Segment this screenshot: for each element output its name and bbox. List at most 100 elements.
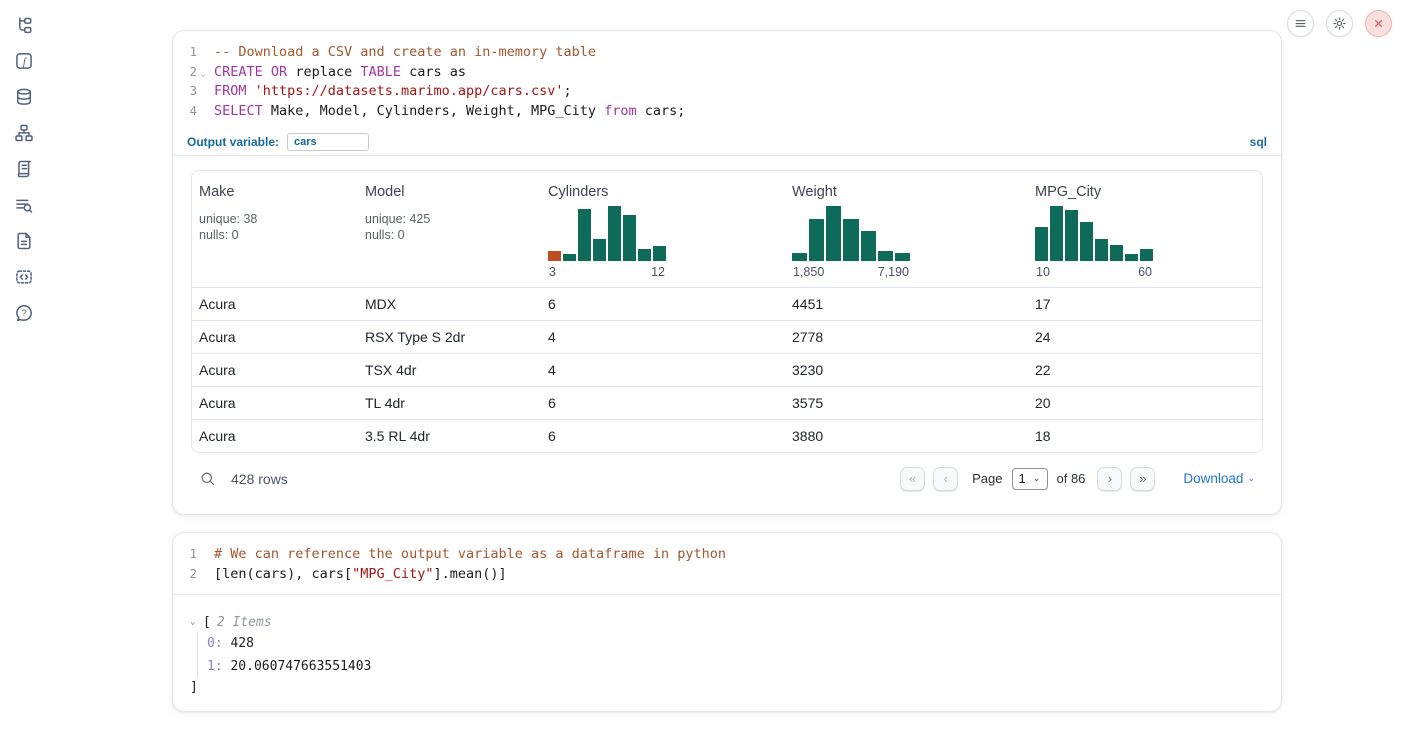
logs-icon[interactable] [14, 195, 34, 215]
table-cell: TL 4dr [358, 395, 541, 411]
column-label: MPG_City [1035, 184, 1262, 200]
code-line[interactable]: 2[len(cars), cars["MPG_City"].mean()] [173, 564, 1281, 584]
table-cell: TSX 4dr [358, 362, 541, 378]
table-cell: MDX [358, 296, 541, 312]
histogram-bar [1095, 239, 1108, 261]
code-line[interactable]: 1 # We can reference the output variable … [173, 544, 1281, 564]
line-number: 1 [173, 42, 197, 62]
database-icon[interactable] [14, 87, 34, 107]
settings-icon [1332, 16, 1347, 31]
shutdown-button[interactable] [1365, 10, 1392, 37]
settings-button[interactable] [1326, 10, 1353, 37]
table-cell: RSX Type S 2dr [358, 329, 541, 345]
last-page-button[interactable]: » [1130, 467, 1155, 491]
histogram-bar [593, 239, 606, 261]
left-sidebar: f? [0, 0, 48, 729]
documentation-icon[interactable] [14, 231, 34, 251]
code-line[interactable]: 2⌄CREATE OR replace TABLE cars as [173, 62, 1281, 82]
python-cell: 1 # We can reference the output variable … [172, 532, 1282, 712]
next-page-button[interactable]: › [1097, 467, 1122, 491]
table-cell: 24 [1028, 329, 1262, 345]
table-cell: 4451 [785, 296, 1028, 312]
weight-histogram [792, 206, 910, 261]
dependency-graph-icon[interactable] [14, 123, 34, 143]
snippets-icon[interactable] [14, 267, 34, 287]
table-cell: 3880 [785, 428, 1028, 444]
table-row[interactable]: AcuraRSX Type S 2dr4277824 [192, 320, 1262, 353]
histogram-axis-labels: 1,850 7,190 [792, 265, 910, 279]
histogram-bar [1035, 227, 1048, 261]
page-select[interactable]: 1 ⌄ [1012, 468, 1048, 490]
table-row[interactable]: AcuraTL 4dr6357520 [192, 386, 1262, 419]
column-header-weight[interactable]: Weight 1,850 7,190 [785, 184, 1028, 279]
histogram-bar [578, 209, 591, 261]
histogram-bar [1065, 210, 1078, 261]
prev-page-button[interactable]: ‹ [933, 467, 958, 491]
table-row[interactable]: AcuraMDX6445117 [192, 287, 1262, 320]
line-number: 4 [173, 101, 197, 121]
table-cell: 17 [1028, 296, 1262, 312]
histogram-bar [809, 219, 824, 261]
fold-chevron-icon[interactable]: ⌄ [197, 65, 209, 85]
histogram-bar [1125, 254, 1138, 261]
column-label: Cylinders [548, 184, 785, 200]
histogram-bar [608, 206, 621, 261]
table-cell: 18 [1028, 428, 1262, 444]
table-cell: 6 [541, 428, 785, 444]
menu-icon [1293, 16, 1308, 31]
table-header: Make unique: 38 nulls: 0 Model unique: 4… [192, 171, 1262, 287]
open-bracket: [ [203, 615, 211, 630]
histogram-axis-labels: 10 60 [1035, 265, 1153, 279]
output-variable-bar: Output variable: sql [173, 130, 1281, 156]
code-text: -- Download a CSV and create an in-memor… [209, 43, 596, 63]
output-variable-input[interactable] [287, 133, 369, 151]
table-body: AcuraMDX6445117AcuraRSX Type S 2dr427782… [192, 287, 1262, 452]
functions-icon[interactable]: f [14, 51, 34, 71]
code-line[interactable]: 4SELECT Make, Model, Cylinders, Weight, … [173, 101, 1281, 121]
python-code-editor[interactable]: 1 # We can reference the output variable … [173, 533, 1281, 592]
mpg-city-histogram [1035, 206, 1153, 261]
column-header-make[interactable]: Make unique: 38 nulls: 0 [192, 184, 358, 279]
result-table: Make unique: 38 nulls: 0 Model unique: 4… [191, 170, 1263, 453]
close-icon [1371, 16, 1386, 31]
tree-entry-key: 0: [207, 636, 230, 651]
histogram-bar [878, 251, 893, 261]
code-line[interactable]: 1 -- Download a CSV and create an in-memo… [173, 42, 1281, 62]
histogram-bar [653, 246, 666, 260]
table-cell: 3.5 RL 4dr [358, 428, 541, 444]
topbar-actions [1287, 10, 1392, 37]
table-cell: Acura [192, 428, 358, 444]
chevron-down-icon: ⌄ [1033, 473, 1041, 484]
column-header-mpg-city[interactable]: MPG_City 10 60 [1028, 184, 1262, 279]
column-label: Make [199, 184, 358, 200]
scratchpad-icon[interactable] [14, 159, 34, 179]
table-cell: 2778 [785, 329, 1028, 345]
column-header-cylinders[interactable]: Cylinders 3 12 [541, 184, 785, 279]
table-cell: 20 [1028, 395, 1262, 411]
sql-code-editor[interactable]: 1 -- Download a CSV and create an in-memo… [173, 31, 1281, 130]
histogram-bar [861, 231, 876, 261]
table-cell: Acura [192, 329, 358, 345]
table-row[interactable]: Acura3.5 RL 4dr6388018 [192, 419, 1262, 452]
code-text: [len(cars), cars["MPG_City"].mean()] [209, 565, 507, 585]
search-icon[interactable] [199, 470, 216, 487]
histogram-bar [895, 253, 910, 261]
first-page-button[interactable]: « [900, 467, 925, 491]
collapse-chevron-icon[interactable]: ⌄ [190, 617, 203, 627]
table-cell: 6 [541, 296, 785, 312]
line-number: 1 [173, 544, 197, 564]
help-icon[interactable]: ? [14, 303, 34, 323]
code-line[interactable]: 3FROM 'https://datasets.marimo.app/cars.… [173, 81, 1281, 101]
tree-entries: 0: 4281: 20.060747663551403 [197, 633, 1281, 678]
table-row[interactable]: AcuraTSX 4dr4323022 [192, 353, 1262, 386]
items-count-label: 2 Items [217, 615, 272, 630]
download-button[interactable]: Download ⌄ [1183, 471, 1255, 486]
page-label: Page [972, 471, 1002, 486]
close-bracket: ] [190, 678, 1281, 698]
menu-button[interactable] [1287, 10, 1314, 37]
file-tree-icon[interactable] [14, 15, 34, 35]
table-cell: Acura [192, 296, 358, 312]
code-text: # We can reference the output variable a… [209, 545, 726, 565]
code-text: CREATE OR replace TABLE cars as [209, 63, 466, 83]
column-header-model[interactable]: Model unique: 425 nulls: 0 [358, 184, 541, 279]
